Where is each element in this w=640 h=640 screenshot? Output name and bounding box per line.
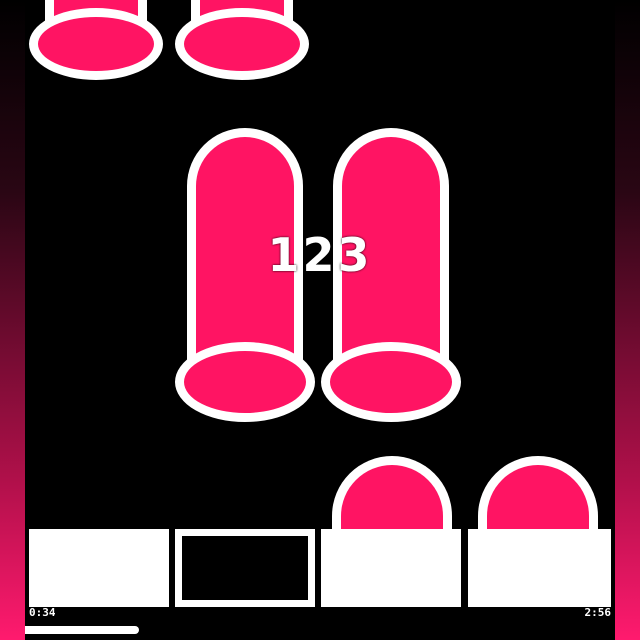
hit-pad-lane-3[interactable] <box>321 529 461 607</box>
hold-note-lane-1-top <box>29 0 163 92</box>
right-gradient-edge <box>615 0 640 640</box>
play-field: 123 0:34 2:56 <box>25 0 615 640</box>
hit-pad-lane-4[interactable] <box>468 529 611 607</box>
total-time: 2:56 <box>584 606 612 619</box>
hold-note-lane-2-top <box>175 0 309 92</box>
left-gradient-edge <box>0 0 25 640</box>
combo-counter: 123 <box>267 228 373 282</box>
hit-pad-lane-1[interactable] <box>29 529 169 607</box>
elapsed-time: 0:34 <box>29 606 56 619</box>
hit-pad-lane-2[interactable] <box>175 529 315 607</box>
song-progress-fill <box>25 626 139 634</box>
